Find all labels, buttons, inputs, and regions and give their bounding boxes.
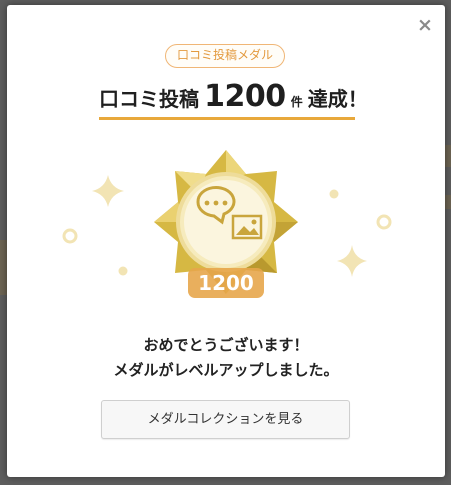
background-strip — [445, 145, 451, 167]
headline-unit: 件 — [290, 95, 303, 109]
headline-count: 1200 — [204, 79, 286, 114]
medal-achievement-dialog: × 口コミ投稿メダル 口コミ投稿 1200 件 達成！ 1200 おめでとうござ… — [7, 5, 445, 477]
dot-icon — [118, 266, 128, 276]
background-strip — [0, 240, 7, 295]
close-icon[interactable]: × — [415, 15, 435, 35]
medal-collection-button[interactable]: メダルコレクションを見る — [101, 400, 350, 439]
photo-icon — [231, 214, 263, 240]
background-strip — [445, 195, 451, 209]
headline-prefix: 口コミ投稿 — [99, 87, 199, 111]
sparkle-icon — [92, 175, 124, 207]
ring-dot-icon — [62, 228, 78, 244]
headline-suffix: 達成！ — [307, 87, 368, 111]
sparkle-icon — [337, 245, 367, 277]
achievement-headline: 口コミ投稿 1200 件 達成！ — [99, 79, 368, 119]
congratulation-message: おめでとうございます！ メダルがレベルアップしました。 — [7, 333, 445, 383]
medal-count-label: 1200 — [198, 271, 254, 295]
message-line-1: おめでとうございます！ — [143, 336, 309, 354]
medal-category-badge: 口コミ投稿メダル — [165, 44, 285, 68]
ring-dot-icon — [376, 214, 392, 230]
message-line-2: メダルがレベルアップしました。 — [113, 361, 339, 379]
dot-icon — [329, 189, 339, 199]
medal-illustration: 1200 — [7, 135, 445, 315]
headline-underline — [99, 117, 355, 120]
